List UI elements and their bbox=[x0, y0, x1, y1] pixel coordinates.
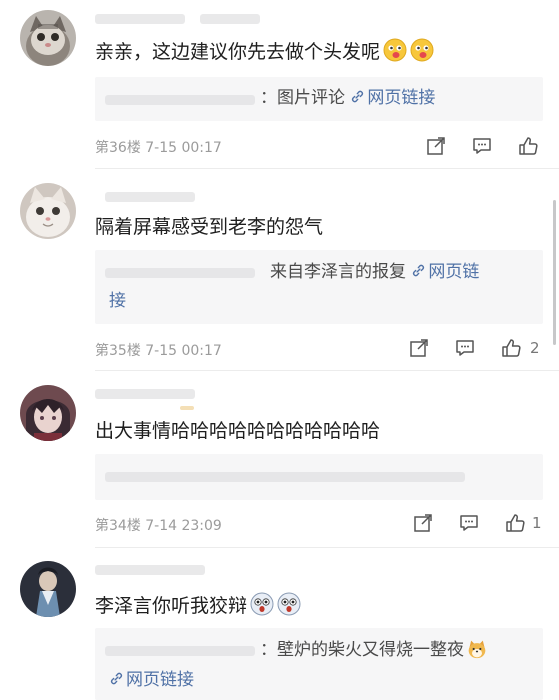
redacted-text bbox=[105, 472, 465, 482]
quote-line: ：图片评论 网页链接 bbox=[260, 88, 436, 108]
username-redacted bbox=[95, 389, 195, 399]
like-count: 2 bbox=[530, 339, 540, 357]
username-redacted bbox=[105, 192, 195, 202]
share-icon[interactable] bbox=[425, 135, 447, 157]
username-redacted bbox=[200, 14, 260, 24]
comment-meta: 第36楼 7-15 00:17 bbox=[95, 140, 222, 156]
comment-item: 亲亲，这边建议你先去做个头发呢 ：图片评论 网页链接 第36楼 7-15 00:… bbox=[0, 0, 559, 180]
shiba-dog-emoji-icon bbox=[467, 639, 487, 659]
quote-line: ：壁炉的柴火又得烧一整夜 bbox=[260, 636, 487, 665]
web-link[interactable]: 网页链 bbox=[411, 262, 479, 282]
link-icon bbox=[109, 671, 124, 686]
quoted-reply[interactable]: 来自李泽言的报复 网页链 接 bbox=[95, 250, 543, 324]
comment-icon[interactable] bbox=[471, 135, 493, 157]
comment-item: 出大事情哈哈哈哈哈哈哈哈哈哈哈 第34楼 7-14 23:09 1 bbox=[0, 372, 559, 552]
web-link[interactable]: 网页链接 bbox=[109, 670, 194, 690]
comment-icon[interactable] bbox=[458, 512, 480, 534]
link-icon bbox=[350, 89, 365, 104]
thumbs-up-icon[interactable] bbox=[517, 135, 539, 157]
username-redacted bbox=[95, 565, 205, 575]
web-link[interactable]: 网页链接 bbox=[350, 88, 435, 108]
link-icon bbox=[411, 263, 426, 278]
divider bbox=[95, 547, 559, 548]
divider bbox=[95, 370, 559, 371]
comment-meta: 第34楼 7-14 23:09 bbox=[95, 518, 222, 534]
comment-text: 隔着屏幕感受到老李的怨气 bbox=[95, 216, 324, 238]
comment-icon[interactable] bbox=[454, 337, 476, 359]
redacted-text bbox=[105, 268, 255, 278]
thumbs-up-icon[interactable] bbox=[504, 512, 526, 534]
comment-meta: 第35楼 7-15 00:17 bbox=[95, 343, 222, 359]
redacted-text bbox=[105, 95, 255, 105]
share-icon[interactable] bbox=[408, 337, 430, 359]
tongue-out-emoji-icon bbox=[410, 38, 434, 62]
scrollbar[interactable] bbox=[553, 200, 556, 345]
quoted-reply[interactable] bbox=[95, 454, 543, 500]
quote-line: 来自李泽言的报复 网页链 bbox=[270, 262, 480, 282]
thumbs-up-icon[interactable] bbox=[500, 337, 522, 359]
comment-text: 出大事情哈哈哈哈哈哈哈哈哈哈哈 bbox=[95, 420, 381, 442]
comment-item: 隔着屏幕感受到老李的怨气 来自李泽言的报复 网页链 接 第35楼 7-15 00… bbox=[0, 170, 559, 371]
divider bbox=[95, 168, 559, 169]
avatar[interactable] bbox=[20, 385, 76, 441]
shocked-emoji-icon bbox=[250, 592, 274, 616]
quote-line: 网页链接 bbox=[109, 666, 194, 695]
like-count: 1 bbox=[532, 514, 542, 532]
comment-item: 李泽言你听我狡辩 ：壁炉的柴火又得烧一整夜 网页链接 bbox=[0, 550, 559, 700]
share-icon[interactable] bbox=[412, 512, 434, 534]
tongue-out-emoji-icon bbox=[383, 38, 407, 62]
avatar[interactable] bbox=[20, 183, 76, 239]
avatar[interactable] bbox=[20, 10, 76, 66]
comment-text: 亲亲，这边建议你先去做个头发呢 bbox=[95, 38, 434, 65]
quoted-reply[interactable]: ：图片评论 网页链接 bbox=[95, 77, 543, 121]
username-redacted bbox=[95, 14, 185, 24]
redacted-text bbox=[105, 646, 255, 656]
shocked-emoji-icon bbox=[277, 592, 301, 616]
username-redacted bbox=[180, 406, 194, 410]
comment-text: 李泽言你听我狡辩 bbox=[95, 592, 301, 619]
avatar[interactable] bbox=[20, 561, 76, 617]
quoted-reply[interactable]: ：壁炉的柴火又得烧一整夜 网页链接 bbox=[95, 628, 543, 700]
web-link-continued[interactable]: 接 bbox=[109, 287, 126, 316]
